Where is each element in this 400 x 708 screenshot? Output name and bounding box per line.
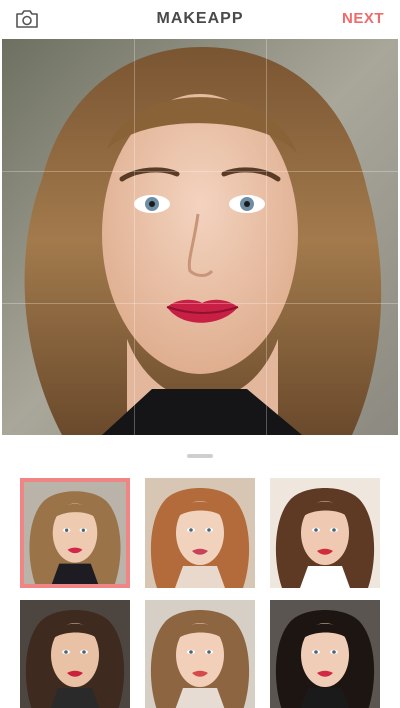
- grid-line-horizontal-1: [2, 171, 398, 172]
- app-title: MAKEAPP: [156, 10, 244, 27]
- thumbnail-portrait: [270, 600, 380, 708]
- thumbnail-portrait: [24, 482, 126, 584]
- grid-line-vertical-1: [134, 39, 135, 435]
- thumbnail-portrait: [20, 600, 130, 708]
- gallery-thumbnail[interactable]: [145, 600, 255, 708]
- photo-gallery: [20, 478, 380, 708]
- gallery-thumbnail[interactable]: [145, 478, 255, 588]
- grid-line-horizontal-2: [2, 303, 398, 304]
- photo-preview[interactable]: [2, 39, 398, 435]
- thumbnail-portrait: [145, 600, 255, 708]
- gallery-thumbnail[interactable]: [270, 478, 380, 588]
- grid-line-vertical-2: [266, 39, 267, 435]
- next-button[interactable]: NEXT: [342, 10, 384, 27]
- camera-icon[interactable]: [15, 9, 39, 29]
- gallery-thumbnail[interactable]: [270, 600, 380, 708]
- preview-portrait: [2, 39, 398, 435]
- drag-handle[interactable]: [187, 454, 213, 458]
- top-bar: MAKEAPP NEXT: [0, 0, 400, 38]
- gallery-thumbnail[interactable]: [20, 600, 130, 708]
- thumbnail-portrait: [270, 478, 380, 588]
- thumbnail-portrait: [145, 478, 255, 588]
- gallery-thumbnail[interactable]: [20, 478, 130, 588]
